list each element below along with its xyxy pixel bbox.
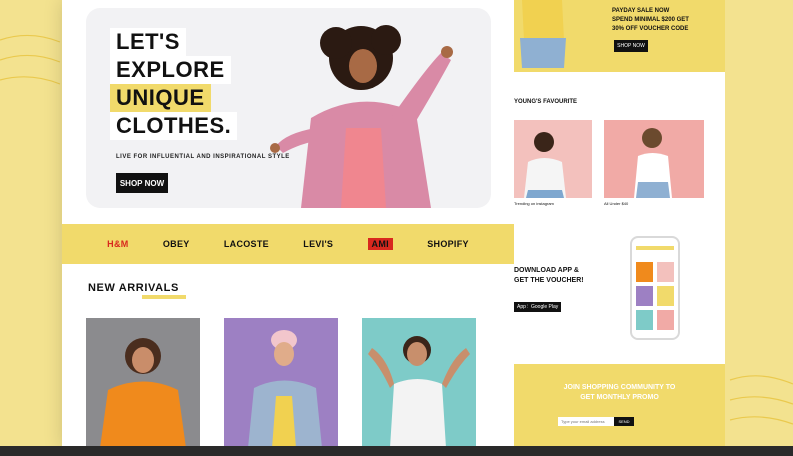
brand-logo[interactable]: LACOSTE: [224, 239, 269, 249]
frame-edge: [0, 446, 793, 456]
section-title-highlight: [142, 295, 186, 299]
newsletter-heading: JOIN SHOPPING COMMUNITY TO: [563, 384, 676, 391]
sale-banner: PAYDAY SALE NOW SPEND MINIMAL $200 GET 3…: [514, 0, 725, 72]
app-promo-text: DOWNLOAD APP &: [514, 267, 579, 274]
favourite-photo-camera[interactable]: [514, 120, 592, 198]
brands-strip: H&M OBEY LACOSTE LEVI'S AMI SHOPIFY: [62, 224, 514, 264]
new-arrivals-title: NEW ARRIVALS: [88, 282, 179, 294]
brand-logo[interactable]: LEVI'S: [303, 239, 333, 249]
favourite-photo-pink[interactable]: [604, 120, 704, 198]
hero-model-image: [270, 25, 453, 208]
newsletter-email-input[interactable]: [558, 417, 614, 426]
sale-model-image: [520, 0, 566, 68]
hero-title-line: LET'S: [110, 28, 186, 56]
newsletter-send-button[interactable]: SEND: [614, 417, 634, 426]
sale-line: SPEND MINIMAL $200 GET: [612, 17, 689, 23]
brand-logo[interactable]: H&M: [107, 239, 128, 249]
product-card-white-tee[interactable]: [362, 318, 476, 448]
product-card-orange-hoodie[interactable]: [86, 318, 200, 448]
favourites-title: YOUNG'S FAVOURITE: [514, 99, 577, 105]
newsletter-heading: GET MONTHLY PROMO: [580, 394, 659, 401]
brand-logo[interactable]: OBEY: [163, 239, 190, 249]
app-promo-text: GET THE VOUCHER!: [514, 277, 584, 284]
hero-title-line: EXPLORE: [110, 56, 231, 84]
product-card-denim-jacket[interactable]: [224, 318, 338, 448]
brand-logo[interactable]: SHOPIFY: [427, 239, 469, 249]
newsletter-section: JOIN SHOPPING COMMUNITY TO GET MONTHLY P…: [514, 364, 725, 448]
landing-page-main: LET'S EXPLORE UNIQUE CLOTHES. LIVE FOR I…: [62, 0, 514, 448]
favourite-caption: All Under $40: [604, 201, 629, 206]
shop-now-button[interactable]: SHOP NOW: [116, 173, 168, 193]
brand-logo[interactable]: AMI: [367, 238, 393, 250]
phone-mockup: [630, 236, 680, 340]
phone-screen: [636, 246, 674, 330]
sale-line: 30% OFF VOUCHER CODE: [612, 26, 689, 32]
hero-title-line: UNIQUE: [110, 84, 211, 112]
sale-shop-now-button[interactable]: SHOP NOW: [614, 40, 648, 52]
landing-page-side: PAYDAY SALE NOW SPEND MINIMAL $200 GET 3…: [514, 0, 725, 448]
favourite-caption: Trending on instagram: [514, 201, 554, 206]
hero-title-line: CLOTHES.: [110, 112, 238, 140]
hero-banner: LET'S EXPLORE UNIQUE CLOTHES. LIVE FOR I…: [86, 8, 491, 208]
sale-headline: PAYDAY SALE NOW: [612, 8, 670, 14]
google-play-badge[interactable]: Google Play: [528, 302, 562, 312]
